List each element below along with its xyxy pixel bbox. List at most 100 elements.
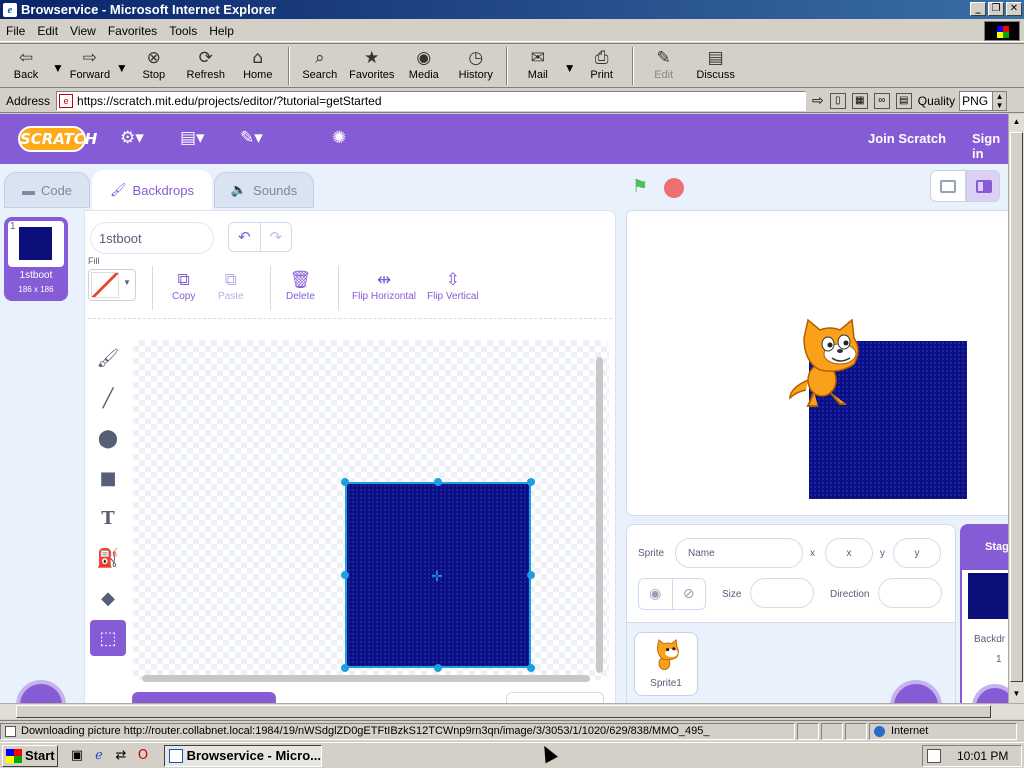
dropdown-arrow-icon[interactable]: ▼ — [116, 61, 128, 75]
tray-calendar-icon[interactable] — [927, 749, 941, 763]
media-button[interactable]: ◉ Media — [398, 47, 450, 81]
scroll-up-icon[interactable]: ▲ — [1010, 114, 1023, 130]
brush-tool-icon[interactable]: 🖌 — [90, 340, 126, 376]
convert-to-vector-button[interactable] — [132, 692, 276, 703]
scrollbar-thumb[interactable] — [16, 705, 991, 718]
paste-button[interactable]: ⧉ Paste — [218, 269, 244, 302]
resize-handle[interactable] — [527, 478, 535, 486]
costume-name-input[interactable]: 1stboot — [90, 222, 214, 254]
join-scratch-link[interactable]: Join Scratch — [868, 131, 946, 146]
cat-sprite-icon[interactable] — [786, 318, 866, 410]
menu-tools[interactable]: Tools — [163, 24, 203, 38]
spin-icon[interactable]: ▲ ▼ — [992, 91, 1007, 110]
sign-in-link[interactable]: Sign in — [972, 131, 1008, 161]
home-button[interactable]: ⌂ Home — [232, 47, 284, 81]
resize-handle[interactable] — [527, 571, 535, 579]
stop-button[interactable]: ⊗ Stop — [128, 47, 180, 81]
mail-button[interactable]: ✉ Mail — [512, 47, 564, 81]
restore-button[interactable]: ❐ — [988, 2, 1004, 16]
delete-button[interactable]: 🗑 Delete — [286, 269, 315, 302]
bookmark-icon[interactable]: ▯ — [829, 92, 846, 109]
direction-input[interactable] — [878, 578, 942, 608]
edit-button[interactable]: ✎ Edit — [638, 47, 690, 81]
text-tool-icon[interactable]: T — [90, 500, 126, 536]
dropdown-arrow-icon[interactable]: ▼ — [52, 61, 64, 75]
hide-eye-icon[interactable]: ⊘ — [671, 579, 706, 609]
horizontal-scrollbar[interactable] — [0, 703, 1024, 719]
taskbar-item-browservice[interactable]: Browservice - Micro... — [164, 744, 322, 767]
line-tool-icon[interactable]: ╱ — [90, 380, 126, 416]
scrollbar-thumb[interactable] — [1010, 132, 1023, 682]
zoom-controls[interactable] — [506, 692, 604, 703]
x-input[interactable]: x — [825, 538, 873, 568]
address-input[interactable]: e https://scratch.mit.edu/projects/edito… — [56, 90, 807, 111]
stage-target-pane[interactable]: Stag Backdr 1 — [960, 524, 1008, 703]
network-icon[interactable]: ⇄ — [112, 747, 130, 765]
circle-tool-icon[interactable]: ⬤ — [90, 420, 126, 456]
menu-favorites[interactable]: Favorites — [102, 24, 163, 38]
copy-button[interactable]: ⧉ Copy — [172, 269, 195, 302]
discuss-button[interactable]: ▤ Discuss — [690, 47, 742, 81]
resize-handle[interactable] — [434, 478, 442, 486]
tutorials-lightbulb-icon[interactable]: ✺ — [332, 128, 346, 148]
resize-handle[interactable] — [434, 664, 442, 672]
resize-handle[interactable] — [341, 664, 349, 672]
show-desktop-icon[interactable]: ▣ — [68, 747, 86, 765]
vertical-scrollbar[interactable]: ▲ ▼ — [1008, 114, 1024, 703]
stop-sign-icon[interactable] — [664, 178, 684, 198]
rectangle-tool-icon[interactable]: ■ — [90, 460, 126, 496]
close-button[interactable]: ✕ — [1006, 2, 1022, 16]
dropdown-arrow-icon[interactable]: ▼ — [564, 61, 576, 75]
menu-help[interactable]: Help — [203, 24, 240, 38]
canvas-horizontal-scrollbar[interactable] — [142, 675, 590, 682]
go-arrow-icon[interactable]: ⇨ — [812, 93, 824, 109]
binoculars-icon[interactable]: ∞ — [873, 92, 890, 109]
tab-backdrops[interactable]: 🖌 Backdrops — [92, 170, 212, 210]
menu-file[interactable]: File — [0, 24, 31, 38]
fill-tool-icon[interactable]: ⛽ — [90, 540, 126, 576]
scratch-logo[interactable]: SCRATCH — [18, 126, 97, 152]
ie-quicklaunch-icon[interactable]: ℯ — [90, 747, 108, 765]
resize-handle[interactable] — [341, 571, 349, 579]
sprite-item[interactable]: Sprite1 — [634, 632, 698, 696]
settings-gear-icon[interactable]: ⚙▾ — [120, 128, 144, 148]
resize-handle[interactable] — [341, 478, 349, 486]
undo-icon[interactable]: ↶ — [229, 223, 260, 251]
green-flag-icon[interactable]: ⚑ — [632, 176, 648, 197]
clipboard-icon[interactable]: ▤ — [895, 92, 912, 109]
menu-edit[interactable]: Edit — [31, 24, 64, 38]
backdrop-item[interactable]: 1 1stboot 186 x 186 — [4, 217, 68, 301]
back-button[interactable]: ⇦ Back — [0, 47, 52, 81]
flip-horizontal-button[interactable]: ⇹ Flip Horizontal — [352, 269, 416, 302]
forward-button[interactable]: ⇨ Forward — [64, 47, 116, 81]
favorites-button[interactable]: ★ Favorites — [346, 47, 398, 81]
history-button[interactable]: ◷ History — [450, 47, 502, 81]
normal-stage-button[interactable] — [966, 170, 1000, 202]
canvas-vertical-scrollbar[interactable] — [596, 357, 603, 673]
file-menu-icon[interactable]: ▤▾ — [180, 128, 205, 148]
print-button[interactable]: ⎙ Print — [576, 47, 628, 81]
opera-icon[interactable]: O — [134, 747, 152, 765]
fill-color-picker[interactable]: ▼ — [88, 269, 136, 301]
flip-vertical-button[interactable]: ⇳ Flip Vertical — [427, 269, 479, 302]
sprite-name-input[interactable]: Name — [675, 538, 803, 568]
size-input[interactable] — [750, 578, 814, 608]
tab-sounds[interactable]: 🔈 Sounds — [214, 172, 314, 208]
y-input[interactable]: y — [893, 538, 941, 568]
eraser-tool-icon[interactable]: ◆ — [90, 580, 126, 616]
minimize-button[interactable]: _ — [970, 2, 986, 16]
resize-handle[interactable] — [527, 664, 535, 672]
page-tools-icon[interactable]: ▦ — [851, 92, 868, 109]
refresh-button[interactable]: ⟳ Refresh — [180, 47, 232, 81]
small-stage-button[interactable] — [930, 170, 966, 202]
search-button[interactable]: ⌕ Search — [294, 47, 346, 81]
edit-menu-icon[interactable]: ✎▾ — [240, 128, 263, 148]
start-button[interactable]: Start — [2, 744, 58, 767]
redo-icon[interactable]: ↷ — [259, 223, 292, 251]
menu-view[interactable]: View — [64, 24, 102, 38]
quality-select[interactable]: PNG ▲ ▼ — [959, 90, 1008, 111]
show-eye-icon[interactable]: ◉ — [639, 579, 672, 609]
tab-code[interactable]: ▬ Code — [4, 172, 90, 208]
scroll-down-icon[interactable]: ▼ — [1010, 686, 1023, 702]
select-tool-icon[interactable]: ⬚ — [90, 620, 126, 656]
